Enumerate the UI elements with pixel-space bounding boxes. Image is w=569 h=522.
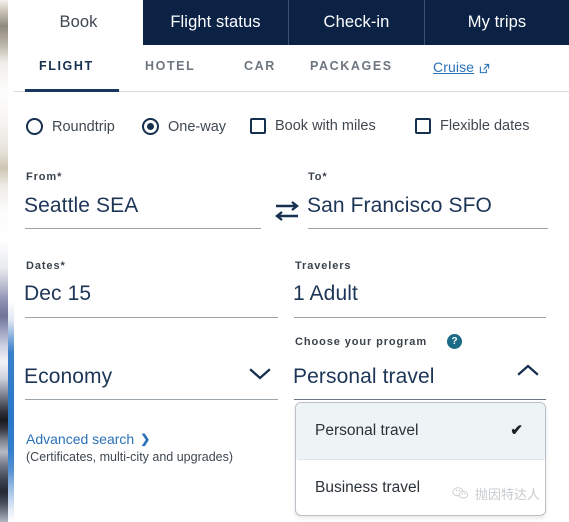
tab-check-in[interactable]: Check-in [289, 0, 425, 45]
from-label: From* [26, 171, 63, 183]
secondary-tab-bar: FLIGHT HOTEL CAR PACKAGES Cruise [14, 45, 569, 93]
dropdown-option-business-label: Business travel [315, 479, 421, 496]
option-flexible-dates[interactable]: Flexible dates [415, 118, 529, 134]
subtab-car[interactable]: CAR [244, 59, 276, 73]
option-roundtrip[interactable]: Roundtrip [26, 118, 115, 135]
page-edge-artifact-secondary [8, 0, 14, 522]
primary-tab-bar: Book Flight status Check-in My trips [14, 0, 569, 45]
subtab-cruise-link[interactable]: Cruise [433, 59, 490, 75]
subtab-hotel[interactable]: HOTEL [145, 59, 195, 73]
dropdown-option-personal-travel[interactable]: Personal travel ✔ [296, 403, 545, 459]
program-dropdown-menu[interactable]: Personal travel ✔ Business travel [295, 402, 546, 516]
from-underline [25, 228, 261, 229]
subtab-packages[interactable]: PACKAGES [310, 59, 393, 73]
subtab-flight[interactable]: FLIGHT [39, 59, 94, 73]
travelers-underline [294, 317, 546, 318]
advanced-search-subtext: (Certificates, multi-city and upgrades) [26, 450, 234, 464]
option-one-way[interactable]: One-way [142, 118, 226, 135]
swap-arrows-icon[interactable] [272, 198, 302, 224]
dates-label: Dates* [26, 260, 66, 272]
external-link-icon [479, 61, 490, 73]
trip-options-row: Roundtrip One-way Book with miles Flexib… [26, 118, 556, 142]
radio-one-way-icon[interactable] [142, 118, 159, 135]
to-underline [308, 228, 548, 229]
advanced-search-label: Advanced search [26, 431, 135, 447]
radio-roundtrip-icon[interactable] [26, 118, 43, 135]
travelers-input[interactable]: 1 Adult [293, 282, 358, 306]
tab-my-trips[interactable]: My trips [425, 0, 569, 45]
option-book-with-miles[interactable]: Book with miles [250, 118, 376, 134]
to-label: To* [308, 171, 328, 183]
program-label: Choose your program [295, 336, 428, 348]
option-roundtrip-label: Roundtrip [52, 118, 115, 135]
advanced-search-link[interactable]: Advanced search ❯ [26, 431, 150, 447]
chevron-right-icon: ❯ [140, 432, 151, 446]
cruise-label: Cruise [433, 59, 475, 75]
chevron-up-icon[interactable] [516, 363, 540, 382]
chevron-down-icon[interactable] [248, 367, 272, 386]
program-select[interactable]: Personal travel [293, 365, 435, 389]
from-input[interactable]: Seattle SEA [24, 194, 138, 218]
travelers-label: Travelers [295, 260, 352, 272]
dates-underline [25, 317, 278, 318]
checkbox-book-with-miles-icon[interactable] [250, 118, 266, 134]
option-flexible-dates-label: Flexible dates [440, 118, 530, 134]
tab-book[interactable]: Book [14, 0, 143, 45]
cabin-class-select[interactable]: Economy [24, 365, 112, 389]
cabin-class-underline [25, 399, 278, 400]
check-icon: ✔ [510, 422, 523, 439]
program-underline [294, 399, 546, 400]
dropdown-option-business-travel[interactable]: Business travel [296, 460, 545, 515]
checkbox-flexible-dates-icon[interactable] [415, 118, 431, 134]
to-input[interactable]: San Francisco SFO [307, 194, 492, 218]
subtab-active-indicator [25, 89, 119, 92]
booking-widget: Book Flight status Check-in My trips FLI… [0, 0, 569, 522]
tab-flight-status[interactable]: Flight status [143, 0, 289, 45]
help-question-icon[interactable]: ? [447, 334, 462, 349]
option-one-way-label: One-way [168, 118, 227, 135]
dates-input[interactable]: Dec 15 [24, 282, 91, 306]
dropdown-option-personal-label: Personal travel [315, 422, 419, 439]
page-edge-artifact [0, 0, 8, 522]
option-book-with-miles-label: Book with miles [275, 118, 376, 134]
